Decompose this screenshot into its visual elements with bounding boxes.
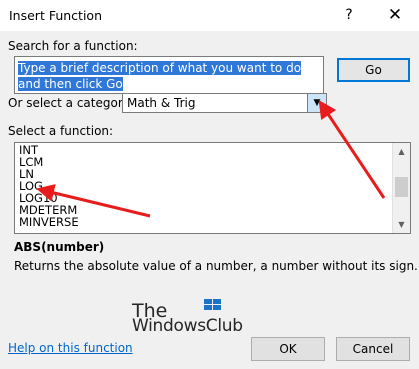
search-input-text: Type a brief description of what you wan… <box>18 61 302 91</box>
watermark-line2: WindowsClub <box>132 316 243 336</box>
windowsclub-logo-icon <box>204 299 221 310</box>
help-button[interactable]: ? <box>336 4 362 26</box>
chevron-down-icon[interactable]: ▼ <box>307 94 326 112</box>
ok-button[interactable]: OK <box>251 337 325 361</box>
go-button[interactable]: Go <box>337 58 410 82</box>
function-description: Returns the absolute value of a number, … <box>14 259 418 273</box>
dialog-title: Insert Function <box>9 8 102 23</box>
category-value: Math & Trig <box>127 96 196 110</box>
close-button[interactable]: ✕ <box>381 4 409 26</box>
scroll-up-icon[interactable]: ▲ <box>393 143 410 160</box>
cancel-button[interactable]: Cancel <box>336 337 410 361</box>
function-signature: ABS(number) <box>14 240 105 254</box>
search-label: Search for a function: <box>8 39 138 53</box>
search-input[interactable]: Type a brief description of what you wan… <box>14 56 324 94</box>
function-list-label: Select a function: <box>8 124 114 138</box>
category-select[interactable]: Math & Trig ▼ <box>122 93 327 113</box>
scroll-thumb[interactable] <box>395 177 408 197</box>
function-item-minverse[interactable]: MINVERSE <box>19 216 79 228</box>
scroll-down-icon[interactable]: ▼ <box>393 216 410 233</box>
help-on-function-link[interactable]: Help on this function <box>8 341 133 355</box>
function-list-scrollbar[interactable]: ▲ ▼ <box>392 143 410 233</box>
category-label: Or select a category: <box>8 96 134 110</box>
function-list[interactable]: INT LCM LN LOG LOG10 MDETERM MINVERSE ▲ … <box>14 142 411 234</box>
